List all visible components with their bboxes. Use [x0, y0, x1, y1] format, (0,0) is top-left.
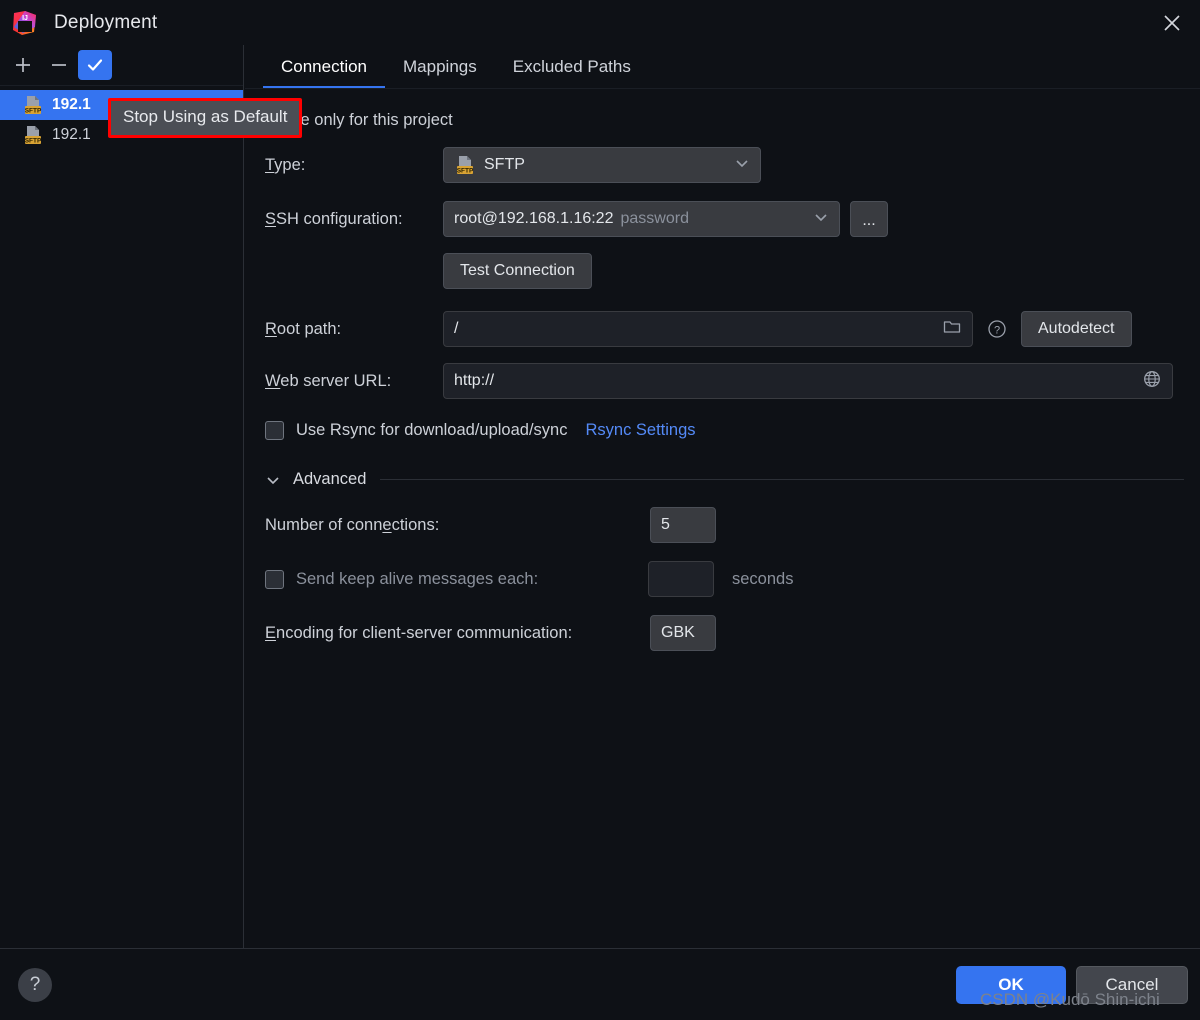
- use-rsync-label: Use Rsync for download/upload/sync: [296, 421, 568, 439]
- title-bar: IJ Deployment: [0, 0, 1200, 45]
- number-of-connections-label: Number of connections:: [265, 515, 440, 534]
- autodetect-label: Autodetect: [1038, 320, 1115, 337]
- dialog-footer: ? OK Cancel: [0, 948, 1200, 1020]
- web-server-url-input[interactable]: http://: [443, 363, 1173, 399]
- svg-text:IJ: IJ: [22, 15, 28, 22]
- tab-excluded-paths[interactable]: Excluded Paths: [495, 45, 649, 89]
- keep-alive-input[interactable]: [648, 561, 714, 597]
- deployment-dialog: IJ Deployment SFTP 192.1 SFTP 192.1 Conn…: [0, 0, 1200, 1020]
- chevron-down-icon: [813, 209, 829, 230]
- root-path-input[interactable]: /: [443, 311, 973, 347]
- globe-icon[interactable]: [1142, 369, 1162, 394]
- root-path-row: Root path: / ? Autodetect: [245, 311, 1200, 347]
- intellij-idea-icon: IJ: [12, 10, 38, 36]
- sftp-icon: SFTP: [454, 154, 476, 176]
- tab-excluded-paths-label: Excluded Paths: [512, 57, 631, 76]
- test-connection-row: Test Connection: [245, 253, 1200, 289]
- ssh-configuration-row: SSH configuration: root@192.168.1.16:22 …: [245, 201, 1200, 237]
- remove-server-button[interactable]: [42, 50, 76, 80]
- folder-icon[interactable]: [942, 317, 962, 342]
- cancel-button[interactable]: Cancel: [1076, 965, 1188, 1004]
- list-item-label: 192.1: [52, 126, 91, 143]
- tab-connection-label: Connection: [281, 57, 368, 76]
- connection-form: ible only for this project Type: SFTP SF…: [245, 89, 1200, 651]
- question-mark-icon[interactable]: ?: [18, 967, 52, 1002]
- use-as-default-button[interactable]: [78, 50, 112, 80]
- tab-mappings-label: Mappings: [403, 57, 477, 76]
- ok-button[interactable]: OK: [956, 965, 1066, 1004]
- autodetect-button[interactable]: Autodetect: [1021, 311, 1132, 347]
- sftp-icon: SFTP: [22, 94, 44, 116]
- cancel-button-label: Cancel: [1105, 974, 1159, 994]
- encoding-row: Encoding for client-server communication…: [245, 615, 1200, 651]
- advanced-section-title: Advanced: [293, 470, 367, 488]
- test-connection-label: Test Connection: [460, 262, 575, 279]
- rsync-row: Use Rsync for download/upload/sync Rsync…: [245, 421, 1200, 440]
- web-server-url-value: http://: [454, 372, 495, 389]
- type-dropdown[interactable]: SFTP SFTP: [443, 147, 761, 183]
- close-icon[interactable]: [1144, 0, 1200, 45]
- chevron-down-icon: [265, 472, 281, 488]
- keep-alive-label: Send keep alive messages each:: [296, 569, 539, 588]
- add-server-button[interactable]: [6, 50, 40, 80]
- ssh-configuration-dropdown[interactable]: root@192.168.1.16:22 password: [443, 201, 840, 237]
- advanced-section-header[interactable]: Advanced: [245, 470, 1200, 489]
- keep-alive-row: Send keep alive messages each: seconds: [245, 561, 1200, 597]
- sftp-icon: SFTP: [22, 124, 44, 146]
- ssh-configuration-label: SSH configuration:: [265, 209, 403, 228]
- web-server-url-row: Web server URL: http://: [245, 363, 1200, 399]
- keep-alive-unit: seconds: [732, 569, 794, 588]
- tab-mappings[interactable]: Mappings: [385, 45, 495, 89]
- svg-text:?: ?: [994, 325, 1000, 337]
- ssh-configuration-auth-type: password: [620, 210, 689, 227]
- tooltip-label: Stop Using as Default: [123, 107, 288, 126]
- number-of-connections-row: Number of connections: 5: [245, 507, 1200, 543]
- type-label: Type:: [265, 155, 306, 174]
- web-server-url-label: Web server URL:: [265, 371, 392, 390]
- window-title: Deployment: [54, 11, 158, 33]
- number-of-connections-value: 5: [661, 516, 670, 533]
- root-path-label: Root path:: [265, 319, 342, 338]
- keep-alive-checkbox[interactable]: [265, 569, 284, 589]
- visible-only-label: ible only for this project: [284, 110, 453, 129]
- tab-bar: Connection Mappings Excluded Paths: [245, 45, 1200, 89]
- section-divider: [380, 479, 1184, 480]
- test-connection-button[interactable]: Test Connection: [443, 253, 592, 289]
- question-circle-icon[interactable]: ?: [982, 314, 1012, 344]
- svg-text:SFTP: SFTP: [25, 138, 42, 145]
- ssh-configuration-browse-button[interactable]: ...: [850, 201, 888, 237]
- list-item-label: 192.1: [52, 96, 91, 113]
- tab-connection[interactable]: Connection: [263, 45, 386, 89]
- connection-settings-panel: Connection Mappings Excluded Paths ible …: [245, 45, 1200, 948]
- encoding-dropdown[interactable]: GBK: [650, 615, 716, 651]
- number-of-connections-input[interactable]: 5: [650, 507, 716, 543]
- server-list-panel: SFTP 192.1 SFTP 192.1: [0, 45, 244, 948]
- type-row: Type: SFTP SFTP: [245, 147, 1200, 183]
- encoding-value: GBK: [661, 624, 695, 641]
- encoding-label: Encoding for client-server communication…: [265, 623, 573, 642]
- context-menu-stop-using-as-default[interactable]: Stop Using as Default: [108, 98, 303, 138]
- ssh-configuration-browse-label: ...: [862, 212, 876, 229]
- chevron-down-icon: [734, 155, 750, 176]
- ssh-configuration-value: root@192.168.1.16:22: [454, 210, 614, 227]
- svg-text:SFTP: SFTP: [25, 108, 42, 115]
- use-rsync-checkbox[interactable]: [265, 421, 284, 440]
- dialog-actions: OK Cancel: [956, 965, 1188, 1004]
- root-path-value: /: [454, 320, 459, 337]
- svg-text:SFTP: SFTP: [457, 168, 474, 175]
- ok-button-label: OK: [998, 974, 1024, 994]
- type-value: SFTP: [484, 156, 525, 173]
- server-list-toolbar: [0, 45, 243, 86]
- rsync-settings-link[interactable]: Rsync Settings: [585, 421, 695, 440]
